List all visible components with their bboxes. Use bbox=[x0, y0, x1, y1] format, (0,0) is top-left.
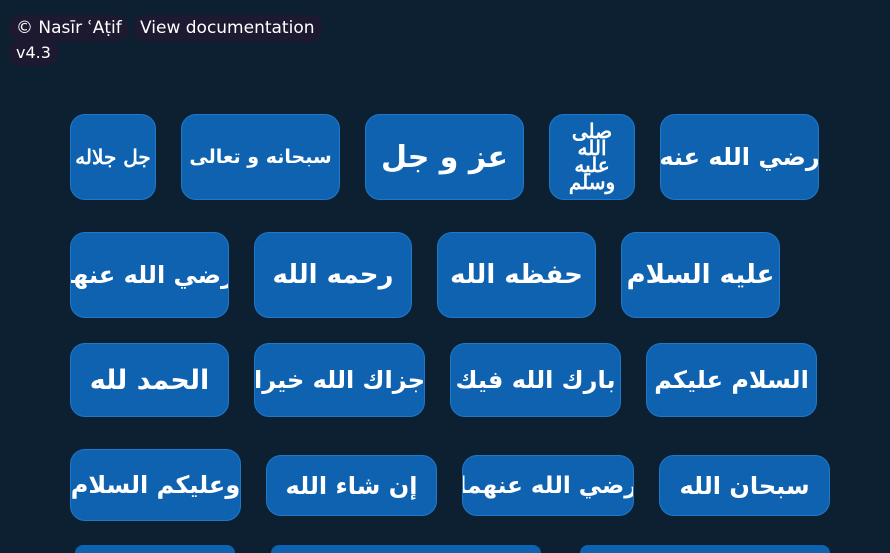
azza-wa-jal-button[interactable]: عز و جل bbox=[365, 114, 524, 200]
radiyallahu-anhu-button[interactable]: رضي الله عنه bbox=[660, 114, 819, 200]
button-label: الحمد لله bbox=[89, 364, 210, 396]
assalamu-alaykum-button[interactable]: السلام عليكم bbox=[646, 343, 817, 417]
hafidhahullah-button[interactable]: حفظه الله bbox=[437, 232, 596, 318]
view-documentation-link[interactable]: View documentation bbox=[133, 15, 322, 42]
button-label: السلام عليكم bbox=[654, 366, 809, 394]
salla-allahu-alayhi-wa-sallam-button[interactable]: صلى الله عليه وسلم bbox=[549, 114, 635, 200]
version-label: v4.3 bbox=[9, 40, 58, 66]
button-label: عز و جل bbox=[380, 139, 509, 175]
radiyallahu-anhuma-button[interactable]: رضي الله عنهما bbox=[462, 455, 634, 516]
button-label: رضي الله عنها bbox=[70, 261, 229, 289]
button-label: وعليكم السلام bbox=[70, 471, 241, 499]
button-label: جزاك الله خيرا bbox=[254, 366, 425, 394]
button-label: رحمه الله bbox=[272, 260, 394, 290]
alhamdulillah-button[interactable]: الحمد لله bbox=[70, 343, 229, 417]
jalla-jalaluhu-glyph: جل جلاله bbox=[75, 145, 151, 169]
subhanallah-button[interactable]: سبحان الله bbox=[659, 455, 830, 516]
subhanahu-wa-taala-button[interactable]: سبحانه و تعالى bbox=[181, 114, 340, 200]
salawat-glyph: صلى الله عليه وسلم bbox=[568, 119, 616, 194]
jalla-jalaluhu-button[interactable]: جل جلاله bbox=[70, 114, 156, 200]
button-label: إن شاء الله bbox=[285, 471, 418, 500]
radiyallahu-anha-button[interactable]: رضي الله عنها bbox=[70, 232, 229, 318]
button-label: رضي الله عنه bbox=[660, 143, 819, 171]
rahimahullah-button[interactable]: رحمه الله bbox=[254, 232, 412, 318]
button-row-partial[interactable] bbox=[271, 545, 541, 553]
in-sha-allah-button[interactable]: إن شاء الله bbox=[266, 455, 437, 516]
button-row-partial[interactable] bbox=[580, 545, 830, 553]
button-label: عليه السلام bbox=[626, 260, 775, 290]
button-row-partial[interactable] bbox=[75, 545, 235, 553]
wa-alaykum-as-salam-button[interactable]: وعليكم السلام bbox=[70, 449, 241, 521]
jazakallahu-khayran-button[interactable]: جزاك الله خيرا bbox=[254, 343, 425, 417]
barakallahu-fik-button[interactable]: بارك الله فيك bbox=[450, 343, 621, 417]
button-label: حفظه الله bbox=[450, 260, 583, 290]
button-label: رضي الله عنهما bbox=[462, 472, 634, 499]
button-label: سبحان الله bbox=[679, 471, 810, 500]
button-label: بارك الله فيك bbox=[455, 366, 616, 394]
button-label: سبحانه و تعالى bbox=[189, 146, 332, 168]
alayhi-as-salam-button[interactable]: عليه السلام bbox=[621, 232, 780, 318]
credit-text: © Nasīr ʿAṭif bbox=[9, 15, 129, 42]
